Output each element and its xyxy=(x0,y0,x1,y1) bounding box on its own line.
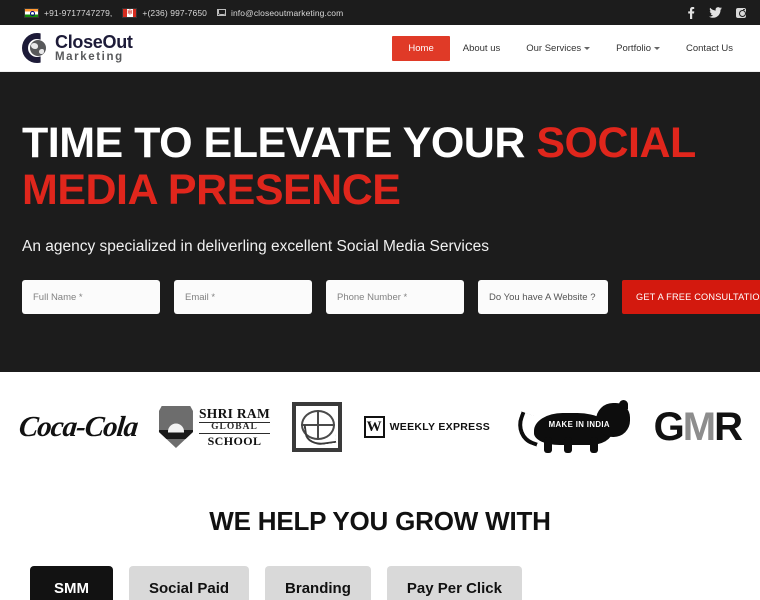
nav-item-about-us-label: About us xyxy=(462,42,501,54)
shri-ram-line-1: SHRI RAM xyxy=(198,405,270,421)
coca-cola-wordmark: Coca-Cola xyxy=(17,410,139,443)
social-links xyxy=(687,6,746,19)
hero-headline: TIME TO ELEVATE YOUR SOCIAL MEDIA PRESEN… xyxy=(22,120,738,214)
nav-item-about-us[interactable]: About us xyxy=(450,36,514,61)
gmr-letter-r: R xyxy=(714,404,743,449)
tab-smm-label: SMM xyxy=(54,579,89,597)
site-logo[interactable]: CloseOut Marketing xyxy=(22,33,133,64)
nav-item-portfolio-label: Portfolio xyxy=(616,42,651,54)
nav-item-contact-us-label: Contact Us xyxy=(686,42,733,54)
nav-item-home[interactable]: Home xyxy=(392,35,450,61)
shri-ram-line-2: GLOBAL xyxy=(198,421,270,434)
hero-subheadline: An agency specialized in deliverling exc… xyxy=(22,238,489,255)
canada-flag-icon: ✻ xyxy=(122,7,138,18)
client-logo-make-in-india: MAKE IN INDIA xyxy=(511,399,632,455)
client-logos-strip: Coca-Cola SHRI RAM GLOBAL SCHOOL W WEEKL… xyxy=(0,372,760,482)
gmr-letter-m: M xyxy=(682,404,716,449)
grow-section: WE HELP YOU GROW WITH SMM Social Paid Br… xyxy=(0,482,760,600)
tab-pay-per-click[interactable]: Pay Per Click xyxy=(386,566,522,600)
service-tabs: SMM Social Paid Branding Pay Per Click xyxy=(0,566,760,600)
full-name-input[interactable] xyxy=(22,280,160,314)
consultation-form: Do You have A Website ? GET A FREE CONSU… xyxy=(22,280,760,314)
client-logo-shri-ram-global-school: SHRI RAM GLOBAL SCHOOL xyxy=(158,405,270,448)
gmr-letter-g: G xyxy=(653,404,685,449)
facebook-icon[interactable] xyxy=(687,6,695,19)
site-header: CloseOut Marketing Home About us Our Ser… xyxy=(0,25,760,72)
globe-dove-icon xyxy=(291,402,342,452)
hero-section: TIME TO ELEVATE YOUR SOCIAL MEDIA PRESEN… xyxy=(0,72,760,372)
instagram-icon[interactable] xyxy=(736,7,746,18)
twitter-icon[interactable] xyxy=(709,7,722,18)
india-flag-icon xyxy=(24,7,39,18)
email-input[interactable] xyxy=(174,280,312,314)
tab-smm[interactable]: SMM xyxy=(30,566,113,600)
tab-social-paid[interactable]: Social Paid xyxy=(129,566,250,600)
get-free-consultation-button[interactable]: GET A FREE CONSULTATION xyxy=(622,280,760,314)
top-contact-bar: +91-9717747279, ✻ +(236) 997-7650 info@c… xyxy=(0,0,760,25)
client-logo-globe-dove xyxy=(291,402,342,452)
nav-item-our-services[interactable]: Our Services xyxy=(513,36,603,61)
chevron-down-icon xyxy=(584,47,591,50)
nav-item-home-label: Home xyxy=(408,42,434,54)
nav-item-portfolio[interactable]: Portfolio xyxy=(603,36,673,61)
email-text: info@closeoutmarketing.com xyxy=(230,7,344,18)
phone-india[interactable]: +91-9717747279, xyxy=(24,7,113,18)
weekly-express-initial-icon: W xyxy=(363,416,385,438)
shri-ram-wordmark: SHRI RAM GLOBAL SCHOOL xyxy=(198,405,270,448)
phone-canada[interactable]: ✻ +(236) 997-7650 xyxy=(122,7,207,18)
nav-item-our-services-label: Our Services xyxy=(526,42,582,54)
globe-c-logo-icon xyxy=(22,33,52,63)
tab-pay-per-click-label: Pay Per Click xyxy=(406,579,502,597)
email-link[interactable]: info@closeoutmarketing.com xyxy=(216,7,344,18)
tab-branding-label: Branding xyxy=(285,579,351,597)
client-logo-weekly-express: W WEEKLY EXPRESS xyxy=(363,416,491,438)
main-navigation: Home About us Our Services Portfolio Con… xyxy=(392,35,746,61)
client-logo-gmr: GMR xyxy=(653,404,743,450)
nav-item-contact-us[interactable]: Contact Us xyxy=(673,36,746,61)
make-in-india-wordmark: MAKE IN INDIA xyxy=(548,419,610,429)
tab-branding[interactable]: Branding xyxy=(265,566,371,600)
weekly-express-wordmark: WEEKLY EXPRESS xyxy=(389,421,491,433)
lion-icon: MAKE IN INDIA xyxy=(511,399,632,455)
logo-title: CloseOut xyxy=(55,31,133,52)
grow-title: WE HELP YOU GROW WITH xyxy=(209,506,551,536)
website-select[interactable]: Do You have A Website ? xyxy=(478,280,608,314)
logo-wordmark: CloseOut Marketing xyxy=(55,33,133,64)
logo-subtitle: Marketing xyxy=(55,50,124,63)
gmr-wordmark: GMR xyxy=(653,404,743,450)
phone-india-text: +91-9717747279, xyxy=(44,7,113,18)
phone-number-input[interactable] xyxy=(326,280,464,314)
shri-ram-line-3: SCHOOL xyxy=(207,433,262,448)
phone-canada-text: +(236) 997-7650 xyxy=(142,7,207,18)
envelope-icon xyxy=(216,9,226,16)
chevron-down-icon xyxy=(654,47,660,50)
tab-social-paid-label: Social Paid xyxy=(149,579,230,597)
shield-crest-icon xyxy=(158,406,193,448)
hero-headline-white: TIME TO ELEVATE YOUR xyxy=(22,119,537,167)
client-logo-coca-cola: Coca-Cola xyxy=(17,410,139,444)
